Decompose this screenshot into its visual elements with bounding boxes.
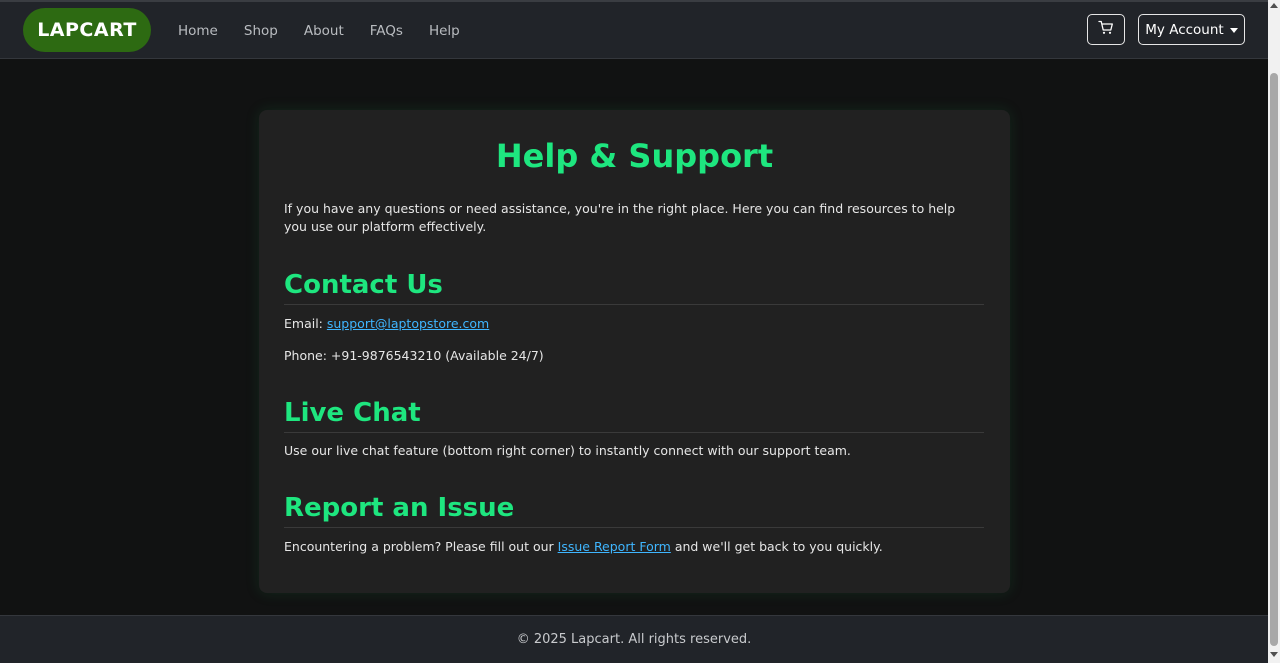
report-issue-text: Encountering a problem? Please fill out … [284, 539, 984, 554]
nav-link-shop[interactable]: Shop [231, 23, 291, 39]
scroll-down-arrow-icon[interactable] [1270, 652, 1278, 657]
help-support-card: Help & Support If you have any questions… [259, 110, 1010, 593]
nav-links: Home Shop About FAQs Help [165, 2, 473, 59]
cart-button[interactable] [1087, 14, 1125, 45]
report-text-after: and we'll get back to you quickly. [670, 539, 883, 554]
my-account-label: My Account [1145, 21, 1224, 38]
footer: © 2025 Lapcart. All rights reserved. [0, 615, 1268, 663]
email-label: Email: [284, 316, 327, 331]
navbar: LAPCART Home Shop About FAQs Help My Acc… [0, 2, 1268, 59]
intro-text: If you have any questions or need assist… [284, 201, 956, 234]
contact-us-heading: Contact Us [284, 270, 984, 305]
page-title: Help & Support [495, 137, 774, 175]
contact-email-line: Email: support@laptopstore.com [284, 316, 984, 331]
report-issue-heading: Report an Issue [284, 493, 984, 528]
live-chat-text: Use our live chat feature (bottom right … [284, 443, 851, 458]
my-account-dropdown[interactable]: My Account [1138, 14, 1245, 45]
scrollbar-thumb[interactable] [1270, 73, 1278, 646]
shopping-cart-icon [1098, 20, 1114, 39]
brand-logo[interactable]: LAPCART [23, 8, 151, 52]
nav-link-home[interactable]: Home [165, 23, 231, 39]
live-chat-heading: Live Chat [284, 398, 984, 433]
vertical-scrollbar[interactable] [1268, 0, 1280, 663]
copyright-text: © 2025 Lapcart. All rights reserved. [516, 632, 752, 647]
scroll-up-arrow-icon[interactable] [1270, 3, 1278, 8]
issue-report-form-link[interactable]: Issue Report Form [558, 539, 671, 554]
caret-down-icon [1229, 27, 1238, 33]
support-email-link[interactable]: support@laptopstore.com [327, 316, 489, 331]
contact-phone-line: Phone: +91-9876543210 (Available 24/7) [284, 348, 544, 363]
nav-link-faqs[interactable]: FAQs [357, 23, 416, 39]
report-text-before: Encountering a problem? Please fill out … [284, 539, 558, 554]
nav-link-about[interactable]: About [291, 23, 357, 39]
nav-link-help[interactable]: Help [416, 23, 473, 39]
